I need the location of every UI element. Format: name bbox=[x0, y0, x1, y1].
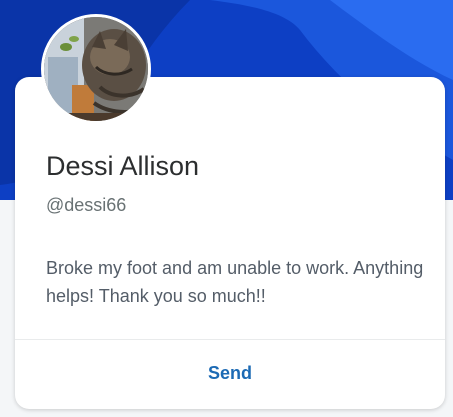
cat-photo-icon bbox=[44, 17, 148, 121]
profile-handle: @dessi66 bbox=[46, 195, 127, 215]
profile-note: Broke my foot and am unable to work. Any… bbox=[46, 258, 424, 306]
profile-avatar bbox=[41, 14, 151, 124]
send-button[interactable]: Send bbox=[15, 353, 445, 393]
profile-name: Dessi Allison bbox=[46, 151, 200, 181]
divider bbox=[15, 339, 445, 340]
profile-card: Dessi Allison @dessi66 Broke my foot and… bbox=[15, 77, 445, 409]
